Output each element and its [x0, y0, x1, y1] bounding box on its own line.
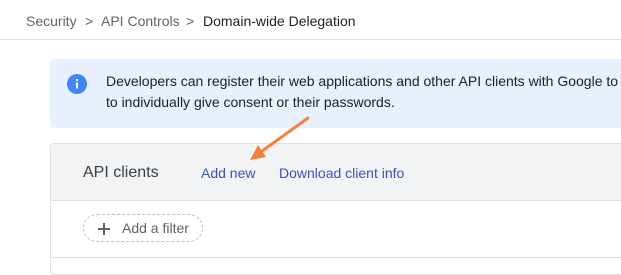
- breadcrumb-separator: >: [186, 13, 195, 29]
- annotation-arrow-icon: [250, 116, 310, 160]
- info-message-line-2: to individually give consent or their pa…: [106, 94, 395, 110]
- info-message-line-1: Developers can register their web applic…: [106, 73, 619, 89]
- info-icon: [67, 74, 87, 94]
- breadcrumb: Security > API Controls > Domain-wide De…: [0, 0, 621, 40]
- add-filter-label: Add a filter: [122, 220, 189, 236]
- breadcrumb-separator: >: [85, 13, 94, 29]
- info-banner: Developers can register their web applic…: [50, 59, 621, 128]
- api-clients-header: API clients Add new Download client info: [51, 144, 621, 201]
- filter-bar: Add a filter: [51, 201, 621, 258]
- api-clients-card: API clients Add new Download client info…: [50, 143, 621, 275]
- breadcrumb-current-page: Domain-wide Delegation: [203, 13, 356, 29]
- breadcrumb-api-controls[interactable]: API Controls: [101, 13, 180, 30]
- info-message: Developers can register their web applic…: [106, 71, 621, 113]
- add-filter-button[interactable]: Add a filter: [83, 214, 203, 242]
- plus-icon: [98, 223, 110, 235]
- breadcrumb-security[interactable]: Security: [26, 13, 77, 30]
- api-clients-title: API clients: [83, 164, 159, 181]
